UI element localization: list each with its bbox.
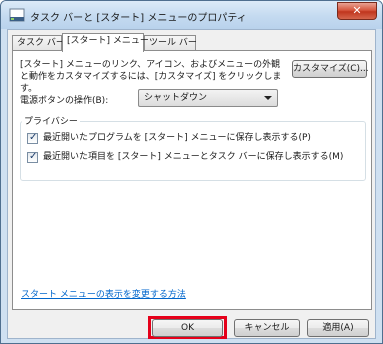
title-bar[interactable]: タスク バーと [スタート] メニューのプロパティ ✕	[1, 1, 382, 29]
tab-toolbars[interactable]: ツール バー	[144, 35, 197, 51]
chevron-down-icon	[264, 96, 272, 100]
privacy-legend: プライバシー	[22, 114, 80, 127]
power-button-label: 電源ボタンの操作(B):	[20, 96, 109, 106]
privacy-option-items-label: 最近開いた項目を [スタート] メニューとタスク バーに保存し表示する(M)	[43, 152, 344, 162]
cancel-button[interactable]: キャンセル	[234, 319, 300, 337]
properties-window: タスク バーと [スタート] メニューのプロパティ ✕ タスク バー [スタート…	[0, 0, 383, 344]
close-button[interactable]: ✕	[337, 2, 377, 20]
customize-button[interactable]: カスタマイズ(C)...	[292, 60, 369, 78]
tab-start-menu[interactable]: [スタート] メニュー	[62, 33, 149, 52]
checkmark-icon: ✓	[29, 132, 38, 143]
dialog-client-area: タスク バー [スタート] メニュー ツール バー [スタート] メニューのリン…	[7, 29, 376, 339]
checkmark-icon: ✓	[29, 151, 38, 162]
checkbox-programs[interactable]: ✓	[27, 132, 38, 144]
privacy-option-programs-label: 最近開いたプログラムを [スタート] メニューに保存し表示する(P)	[43, 133, 311, 143]
checkbox-items[interactable]: ✓	[27, 151, 38, 163]
apply-button[interactable]: 適用(A)	[307, 319, 369, 337]
help-link[interactable]: スタート メニューの表示を変更する方法	[21, 287, 186, 300]
window-title: タスク バーと [スタート] メニューのプロパティ	[30, 13, 247, 24]
power-button-select[interactable]: シャットダウン	[138, 89, 278, 107]
ok-button[interactable]: OK	[152, 319, 223, 337]
power-button-value: シャットダウン	[144, 93, 208, 103]
tab-taskbar[interactable]: タスク バー	[12, 35, 65, 51]
taskbar-properties-icon	[9, 8, 25, 22]
start-menu-tab-panel: [スタート] メニューのリンク、アイコン、およびメニューの外観と動作をカスタマイ…	[12, 50, 372, 310]
